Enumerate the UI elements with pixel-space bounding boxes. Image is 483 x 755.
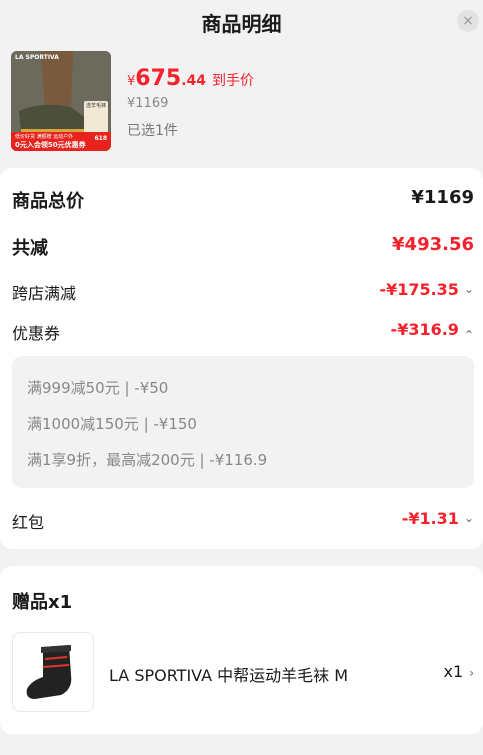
discount-row: 共减 ¥493.56: [12, 234, 474, 262]
gift-thumbnail[interactable]: [12, 632, 94, 712]
sock-icon: [26, 645, 72, 699]
coupon-detail-item: 满999减50元 | -¥50: [27, 379, 169, 397]
cross-store-row[interactable]: 跨店满减 -¥175.35 ⌄: [12, 280, 474, 308]
product-summary: LA SPORTIVA 送羊毛袜 低价好货 满额赠 运动户外 0元入会领50元优…: [0, 44, 483, 162]
total-row: 商品总价 ¥1169: [12, 187, 474, 215]
price-breakdown-card: 商品总价 ¥1169 共减 ¥493.56 跨店满减 -¥175.35 ⌄ 优惠券…: [0, 168, 483, 549]
gift-item-name[interactable]: LA SPORTIVA 中帮运动羊毛袜 M: [109, 662, 348, 686]
page-title: 商品明细: [201, 12, 282, 36]
gifts-title: 赠品x1: [12, 592, 73, 613]
selected-count: 已选1件: [127, 123, 178, 139]
final-price: ¥675.44 到手价: [127, 66, 255, 91]
image-sock-badge: 送羊毛袜: [84, 101, 108, 133]
coupon-label: 优惠券: [12, 324, 61, 343]
chevron-right-icon[interactable]: ›: [469, 666, 474, 680]
image-brand: LA SPORTIVA: [15, 54, 59, 61]
redpacket-amount: -¥1.31 ⌄: [402, 509, 474, 528]
discount-label: 共减: [12, 238, 48, 259]
cross-store-amount: -¥175.35 ⌄: [379, 280, 474, 299]
coupon-value: -¥316.9: [390, 320, 459, 339]
header: 商品明细 ×: [0, 0, 483, 44]
coupon-detail-item: 满1享9折，最高减200元 | -¥116.9: [27, 451, 268, 469]
close-icon[interactable]: ×: [457, 10, 479, 32]
image-promo-strip: 低价好货 满额赠 运动户外 0元入会领50元优惠券 618: [11, 132, 111, 151]
cross-store-label: 跨店满减: [12, 284, 77, 303]
original-price: ¥1169: [127, 96, 169, 111]
gifts-card: 赠品x1 LA SPORTIVA 中帮运动羊毛袜 M x1 ›: [0, 566, 483, 734]
coupon-row[interactable]: 优惠券 -¥316.9 ⌃: [12, 320, 474, 348]
chevron-down-icon[interactable]: ⌄: [464, 282, 474, 296]
coupon-amount: -¥316.9 ⌃: [390, 320, 474, 342]
coupon-detail-item: 满1000减150元 | -¥150: [27, 415, 197, 433]
total-value: ¥1169: [411, 187, 474, 208]
redpacket-row[interactable]: 红包 -¥1.31 ⌄: [12, 509, 474, 537]
discount-value: ¥493.56: [392, 234, 474, 255]
redpacket-label: 红包: [12, 513, 45, 532]
product-thumbnail[interactable]: LA SPORTIVA 送羊毛袜 低价好货 满额赠 运动户外 0元入会领50元优…: [11, 51, 111, 151]
chevron-down-icon[interactable]: ⌄: [464, 511, 474, 525]
gift-item-qty[interactable]: x1 ›: [444, 662, 474, 681]
total-label: 商品总价: [12, 191, 84, 212]
coupon-details: 满999减50元 | -¥50 满1000减150元 | -¥150 满1享9折…: [12, 356, 474, 488]
cross-store-value: -¥175.35: [379, 280, 459, 299]
chevron-up-icon[interactable]: ⌃: [464, 328, 474, 342]
redpacket-value: -¥1.31: [401, 509, 459, 528]
